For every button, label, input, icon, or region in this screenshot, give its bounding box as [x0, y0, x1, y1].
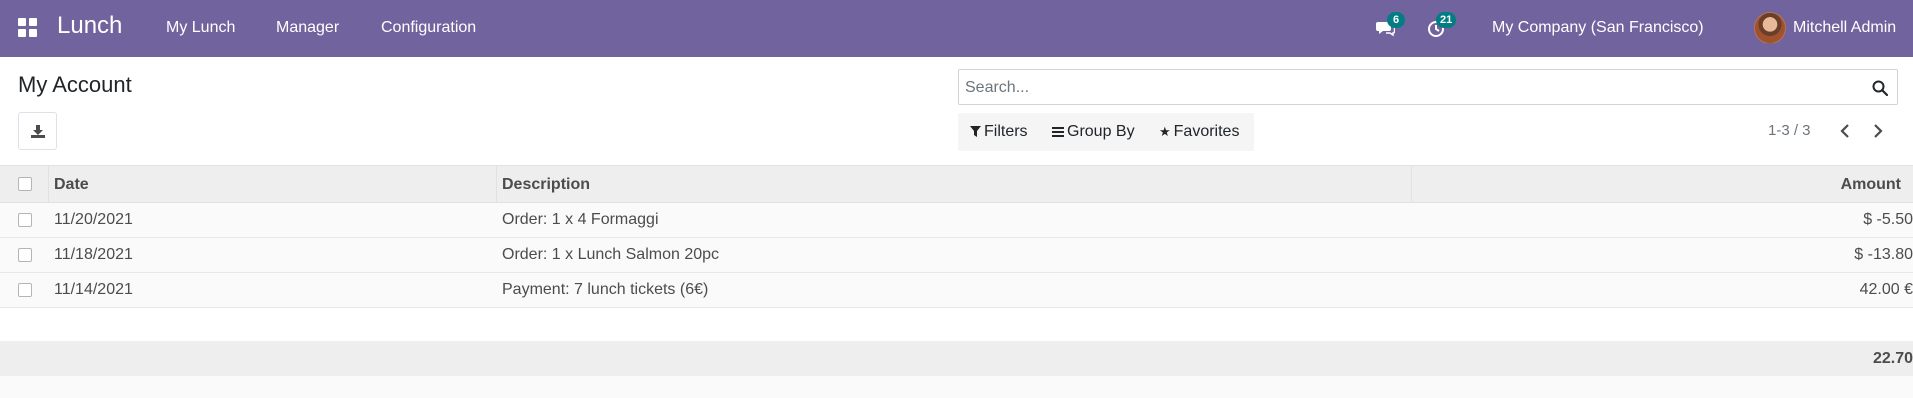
activities-button[interactable]: 21 [1426, 12, 1457, 40]
row-checkbox[interactable] [18, 283, 32, 297]
user-avatar[interactable] [1754, 12, 1786, 44]
chevron-left-icon[interactable] [1835, 120, 1855, 142]
filters-button[interactable]: Filters [970, 123, 1028, 141]
menu-item-manager[interactable]: Manager [276, 19, 339, 37]
group-by-icon [1052, 127, 1064, 137]
user-menu[interactable]: Mitchell Admin [1793, 19, 1896, 37]
row-checkbox[interactable] [18, 248, 32, 262]
page-title: My Account [18, 72, 132, 97]
column-divider [48, 166, 49, 203]
row-amount: 42.00 € [1859, 281, 1913, 298]
row-date: 11/18/2021 [54, 246, 133, 263]
search-input[interactable] [965, 76, 1845, 100]
table-row[interactable]: 11/20/2021 Order: 1 x 4 Formaggi $ -5.50 [0, 203, 1913, 238]
search-bar [958, 69, 1898, 105]
app-name[interactable]: Lunch [57, 12, 122, 40]
table-row[interactable]: 11/14/2021 Payment: 7 lunch tickets (6€)… [0, 273, 1913, 308]
table-bottom-area [0, 376, 1913, 398]
filter-icon [970, 126, 981, 137]
table-footer-total: 22.70 [0, 341, 1913, 376]
row-checkbox[interactable] [18, 213, 32, 227]
company-switcher[interactable]: My Company (San Francisco) [1492, 19, 1704, 37]
column-header-amount[interactable]: Amount [1841, 166, 1901, 203]
group-by-button[interactable]: Group By [1052, 123, 1135, 141]
top-navbar: Lunch My Lunch Manager Configuration 6 2… [0, 0, 1913, 57]
select-all-checkbox[interactable] [18, 177, 32, 191]
menu-item-configuration[interactable]: Configuration [381, 19, 476, 37]
apps-grid-icon[interactable] [18, 18, 38, 38]
search-options-bar: Filters Group By ★ Favorites [958, 113, 1254, 151]
download-icon [30, 125, 45, 138]
column-header-date[interactable]: Date [54, 166, 89, 203]
row-date: 11/20/2021 [54, 211, 133, 228]
column-header-description[interactable]: Description [502, 166, 590, 203]
column-divider [496, 166, 497, 203]
filters-label: Filters [984, 123, 1028, 140]
row-amount: $ -5.50 [1863, 211, 1913, 228]
row-description: Order: 1 x 4 Formaggi [502, 211, 659, 228]
row-description: Payment: 7 lunch tickets (6€) [502, 281, 709, 298]
total-amount: 22.70 [1872, 350, 1913, 367]
favorites-label: Favorites [1173, 123, 1240, 140]
menu-item-my-lunch[interactable]: My Lunch [166, 19, 235, 37]
row-description: Order: 1 x Lunch Salmon 20pc [502, 246, 720, 263]
activities-badge: 21 [1436, 12, 1457, 28]
chevron-right-icon[interactable] [1868, 120, 1888, 142]
group-by-label: Group By [1067, 123, 1135, 140]
search-icon[interactable] [1871, 79, 1889, 97]
table-row[interactable]: 11/18/2021 Order: 1 x Lunch Salmon 20pc … [0, 238, 1913, 273]
favorites-button[interactable]: ★ Favorites [1159, 123, 1239, 141]
row-amount: $ -13.80 [1854, 246, 1913, 263]
messages-button[interactable]: 6 [1375, 12, 1405, 40]
table-header: Date Description Amount [0, 165, 1913, 203]
star-icon: ★ [1159, 124, 1171, 139]
messages-badge: 6 [1387, 12, 1405, 28]
row-date: 11/14/2021 [54, 281, 133, 298]
column-divider [1411, 166, 1412, 203]
download-button[interactable] [18, 112, 57, 150]
pager-value[interactable]: 1-3 / 3 [1768, 122, 1811, 139]
